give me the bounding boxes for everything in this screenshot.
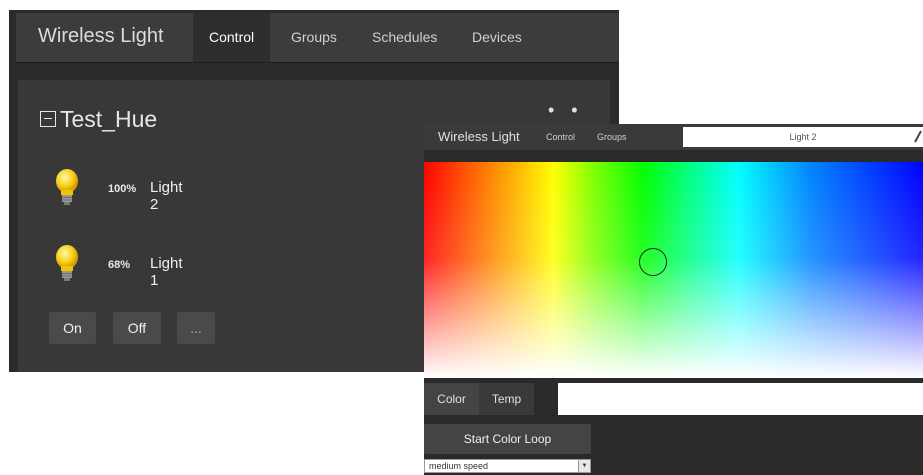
chevron-down-icon[interactable]: ▼ <box>578 460 590 472</box>
collapse-icon[interactable] <box>40 110 56 127</box>
speed-select[interactable]: medium speed ▼ <box>424 459 591 473</box>
tab-temp[interactable]: Temp <box>479 383 534 415</box>
light-name-value: Light 2 <box>789 132 817 142</box>
group-header[interactable]: Test_Hue <box>40 106 157 133</box>
brightness-value: 100% <box>108 183 137 195</box>
color-picker[interactable] <box>424 162 923 378</box>
nav-devices[interactable]: Devices <box>456 13 538 62</box>
nav-groups[interactable]: Groups <box>275 13 353 62</box>
detail-brand-title[interactable]: Wireless Light <box>438 129 520 144</box>
color-mode-tabs: Color Temp <box>424 383 534 415</box>
light-name[interactable]: Light 1 <box>150 255 183 289</box>
off-button[interactable]: Off <box>113 312 161 344</box>
start-color-loop-button[interactable]: Start Color Loop <box>424 424 591 454</box>
group-menu-icon[interactable]: • • <box>548 100 584 121</box>
detail-nav-control[interactable]: Control <box>546 132 575 142</box>
group-title: Test_Hue <box>60 106 158 132</box>
lightbulb-icon[interactable] <box>52 244 82 284</box>
detail-navbar: Wireless Light Control Groups Light 2 <box>424 124 923 150</box>
more-button[interactable]: ... <box>177 312 215 344</box>
tab-color[interactable]: Color <box>424 383 479 415</box>
speed-select-value: medium speed <box>429 461 489 471</box>
light-name[interactable]: Light 2 <box>150 179 183 213</box>
detail-nav-groups[interactable]: Groups <box>597 132 627 142</box>
lightbulb-icon[interactable] <box>52 168 82 208</box>
brightness-value: 68% <box>108 259 131 271</box>
brand-title[interactable]: Wireless Light <box>38 25 164 48</box>
on-button[interactable]: On <box>49 312 96 344</box>
light-name-field[interactable]: Light 2 <box>683 127 923 147</box>
color-value-field[interactable] <box>558 383 923 415</box>
nav-control[interactable]: Control <box>193 13 271 62</box>
main-navbar: Wireless Light Control Groups Schedules … <box>16 13 619 62</box>
color-picker-cursor[interactable] <box>639 248 667 276</box>
nav-schedules[interactable]: Schedules <box>356 13 453 62</box>
light-detail-window: Wireless Light Control Groups Light 2 Co… <box>424 124 923 475</box>
edit-pencil-icon[interactable] <box>913 130 923 144</box>
